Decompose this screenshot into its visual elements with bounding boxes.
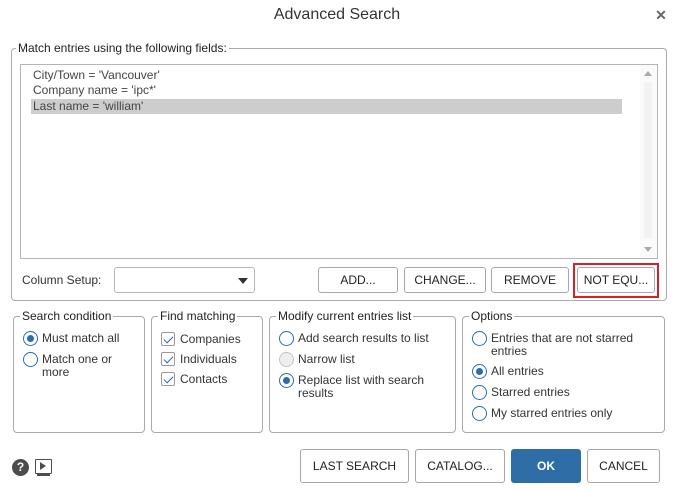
scroll-up-arrow-icon[interactable] — [644, 71, 652, 76]
match-fields-group: Match entries using the following fields… — [11, 41, 667, 301]
radio-indicator[interactable] — [472, 385, 487, 400]
options-legend: Options — [469, 309, 515, 323]
match-fields-legend: Match entries using the following fields… — [16, 41, 229, 55]
ok-button[interactable]: OK — [511, 449, 581, 483]
help-icon[interactable]: ? — [12, 459, 29, 476]
video-icon[interactable] — [35, 459, 52, 474]
criteria-item[interactable]: Company name = 'ipc*' — [31, 83, 622, 98]
find-matching-group: Find matching Companies Individuals Cont… — [151, 309, 263, 433]
close-icon[interactable]: ✕ — [655, 8, 667, 22]
criteria-item[interactable]: City/Town = 'Vancouver' — [31, 68, 622, 83]
title-bar: Advanced Search ✕ — [0, 0, 674, 32]
must-match-all-label: Must match all — [42, 331, 120, 345]
column-setup-label: Column Setup: — [22, 273, 102, 287]
companies-label: Companies — [180, 332, 241, 346]
checkbox-indicator[interactable] — [161, 332, 175, 346]
chevron-down-icon — [238, 278, 248, 284]
match-one-or-more-label: Match one or more — [42, 352, 113, 379]
radio-indicator[interactable] — [23, 331, 38, 346]
scroll-thumb[interactable] — [644, 83, 652, 238]
checkbox-indicator[interactable] — [161, 352, 175, 366]
search-condition-group: Search condition Must match all Match on… — [13, 309, 145, 433]
replace-list-label: Replace list with search results — [298, 373, 425, 400]
narrow-list-label: Narrow list — [298, 352, 355, 366]
individuals-label: Individuals — [180, 352, 237, 366]
cancel-button[interactable]: CANCEL — [587, 449, 660, 483]
video-icon-base — [37, 474, 50, 476]
radio-indicator[interactable] — [472, 364, 487, 379]
find-matching-legend: Find matching — [158, 309, 238, 323]
radio-indicator[interactable] — [279, 373, 294, 388]
criteria-list[interactable]: City/Town = 'Vancouver' Company name = '… — [20, 64, 658, 259]
not-starred-label: Entries that are not starred entries — [491, 331, 634, 358]
my-starred-label: My starred entries only — [491, 406, 613, 420]
contacts-label: Contacts — [180, 372, 228, 386]
column-setup-select[interactable] — [114, 267, 255, 293]
modify-list-legend: Modify current entries list — [276, 309, 414, 323]
radio-indicator[interactable] — [472, 331, 487, 346]
all-entries-label: All entries — [491, 364, 544, 378]
highlight-box — [573, 263, 659, 298]
radio-indicator[interactable] — [279, 331, 294, 346]
last-search-button[interactable]: LAST SEARCH — [300, 449, 409, 483]
search-condition-legend: Search condition — [20, 309, 114, 323]
checkbox-indicator[interactable] — [161, 372, 175, 386]
starred-entries-label: Starred entries — [491, 385, 570, 399]
change-button[interactable]: CHANGE... — [404, 267, 486, 293]
radio-indicator[interactable] — [23, 352, 38, 367]
add-button[interactable]: ADD... — [318, 267, 398, 293]
dialog-title: Advanced Search — [273, 6, 401, 23]
add-results-label: Add search results to list — [298, 331, 429, 345]
modify-list-group: Modify current entries list Add search r… — [269, 309, 456, 433]
radio-indicator[interactable] — [279, 352, 294, 367]
vertical-scrollbar[interactable] — [640, 65, 657, 258]
remove-button[interactable]: REMOVE — [491, 267, 569, 293]
criteria-item-selected[interactable]: Last name = 'william' — [31, 99, 622, 114]
options-group: Options Entries that are not starred ent… — [462, 309, 665, 433]
radio-indicator[interactable] — [472, 406, 487, 421]
catalog-button[interactable]: CATALOG... — [415, 449, 505, 483]
scroll-down-arrow-icon[interactable] — [644, 247, 652, 252]
